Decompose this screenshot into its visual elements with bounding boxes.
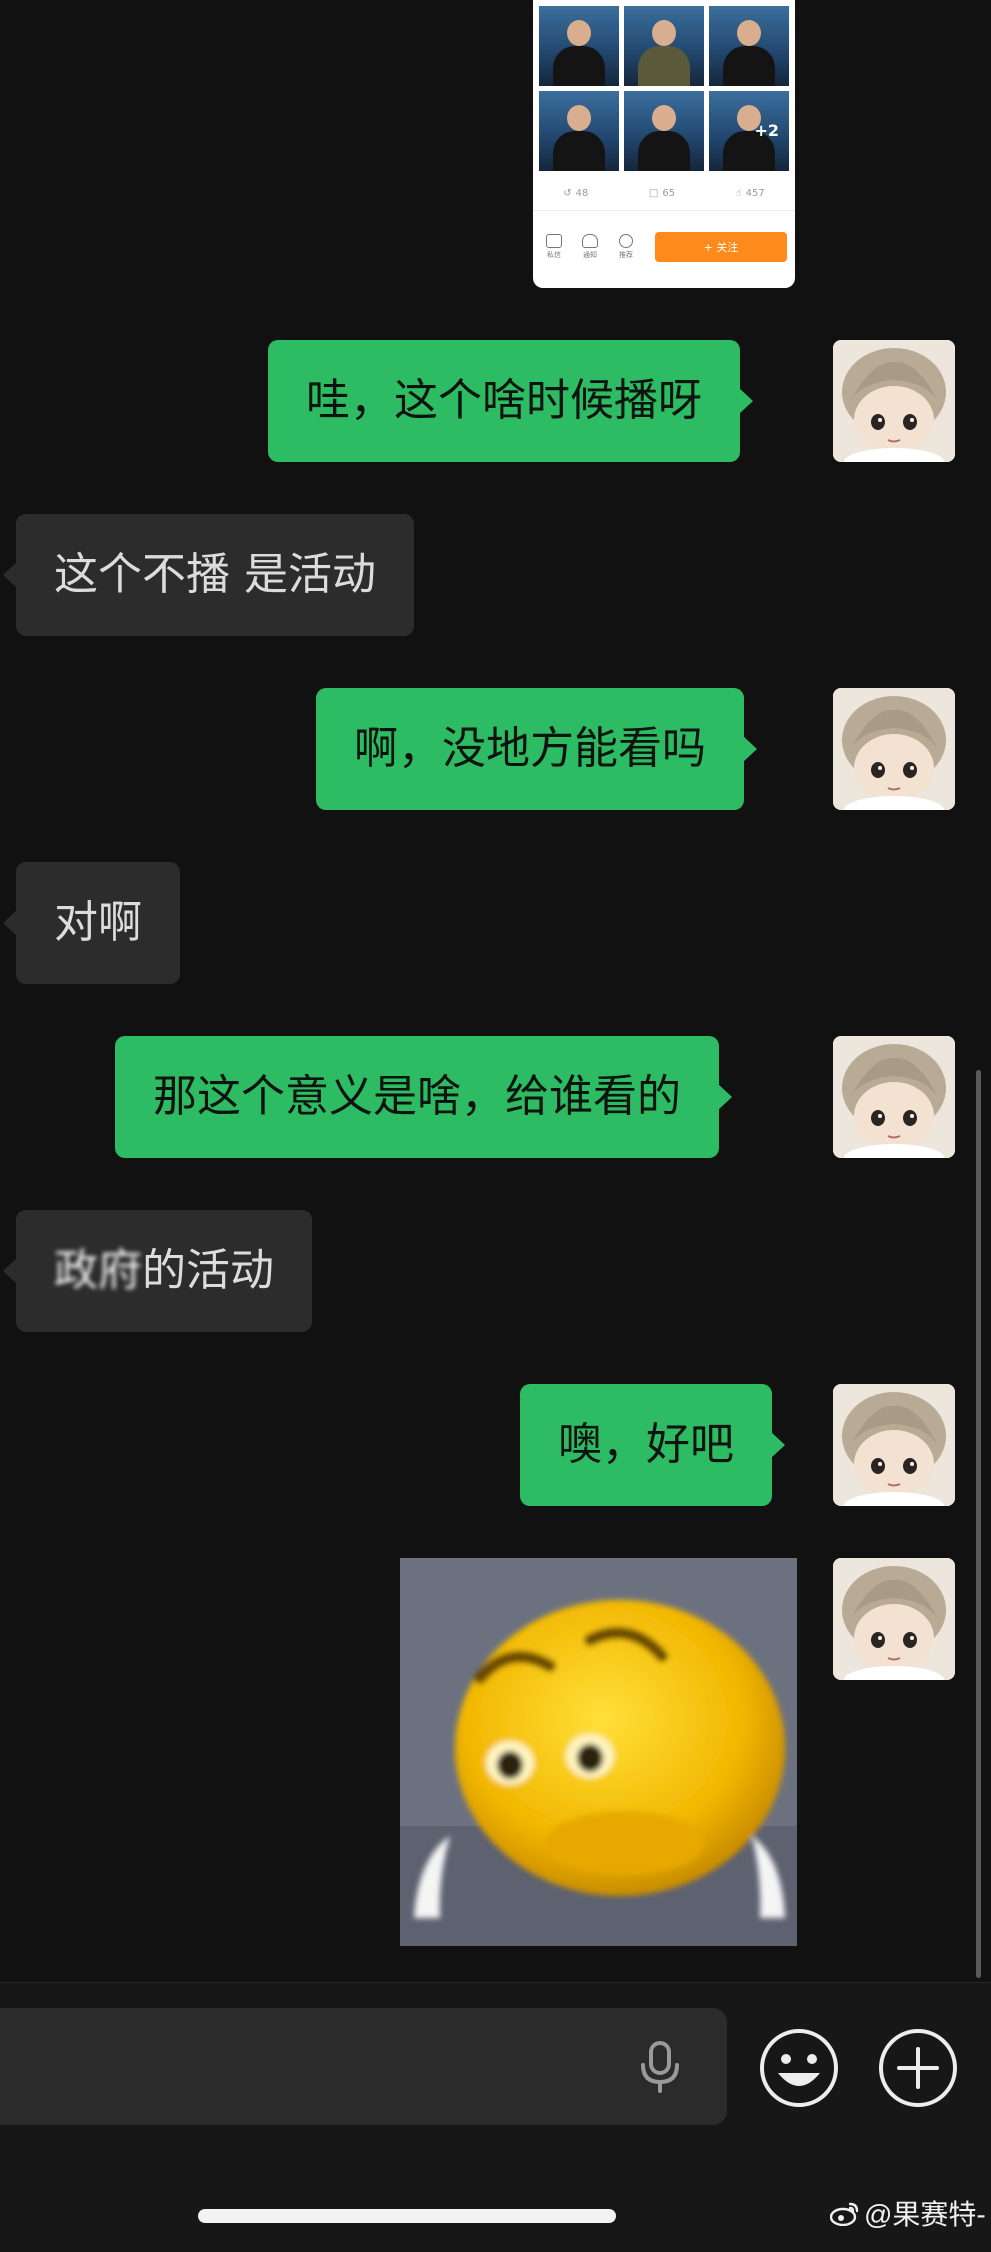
my-avatar[interactable] bbox=[833, 1384, 955, 1506]
sent-message[interactable]: 那这个意义是啥，给谁看的 bbox=[115, 1036, 732, 1158]
sent-message[interactable]: 噢，好吧 bbox=[520, 1384, 785, 1506]
smiley-face-icon[interactable] bbox=[758, 2027, 840, 2109]
weibo-logo-icon bbox=[830, 2202, 859, 2226]
my-avatar[interactable] bbox=[833, 1558, 955, 1680]
shared-post-card[interactable]: +2 ↺ 48 □ 65 ☝ 457 私信 通知 推荐 + 关注 bbox=[533, 0, 795, 288]
message-input[interactable] bbox=[0, 2008, 727, 2125]
received-message[interactable]: 政府的活动 bbox=[3, 1210, 312, 1332]
photo-grid: +2 bbox=[539, 6, 789, 171]
divider bbox=[533, 210, 795, 211]
microphone-icon[interactable] bbox=[636, 2041, 684, 2093]
received-message[interactable]: 这个不播 是活动 bbox=[3, 514, 414, 636]
photo-tile[interactable]: +2 bbox=[709, 91, 789, 171]
follow-button[interactable]: + 关注 bbox=[655, 232, 787, 262]
post-toolbar: 私信 通知 推荐 + 关注 bbox=[533, 226, 795, 268]
doll-face-icon bbox=[833, 1558, 955, 1680]
plus-circle-icon[interactable] bbox=[877, 2027, 959, 2109]
my-avatar[interactable] bbox=[833, 688, 955, 810]
sent-message[interactable]: 啊，没地方能看吗 bbox=[316, 688, 757, 810]
photo-tile[interactable] bbox=[624, 6, 704, 86]
notify-tool[interactable]: 通知 bbox=[577, 234, 603, 260]
sticker-message[interactable] bbox=[400, 1558, 797, 1946]
doll-face-icon bbox=[833, 688, 955, 810]
my-avatar[interactable] bbox=[833, 340, 955, 462]
censored-text: 政府 bbox=[54, 1245, 142, 1296]
recommend-tool[interactable]: 推荐 bbox=[613, 234, 639, 260]
worried-emoji-sticker-icon bbox=[400, 1558, 797, 1946]
compass-icon bbox=[619, 234, 633, 248]
photo-tile[interactable] bbox=[624, 91, 704, 171]
received-message[interactable]: 对啊 bbox=[3, 862, 180, 984]
weibo-watermark: @果赛特- bbox=[830, 2193, 986, 2233]
like-count[interactable]: ☝ 457 bbox=[736, 188, 765, 199]
photo-tile[interactable] bbox=[539, 6, 619, 86]
message-tool[interactable]: 私信 bbox=[541, 234, 567, 260]
home-indicator[interactable] bbox=[198, 2209, 616, 2223]
comment-count[interactable]: □ 65 bbox=[649, 188, 675, 199]
input-bar: @果赛特- bbox=[0, 1982, 991, 2252]
my-avatar[interactable] bbox=[833, 1036, 955, 1158]
chat-scrollbar[interactable] bbox=[976, 1070, 981, 1978]
sent-message[interactable]: 哇，这个啥时候播呀 bbox=[268, 340, 753, 462]
repost-count[interactable]: ↺ 48 bbox=[563, 188, 588, 199]
chat-icon bbox=[546, 234, 562, 248]
photo-tile[interactable] bbox=[709, 6, 789, 86]
doll-face-icon bbox=[833, 340, 955, 462]
repost-icon: ↺ bbox=[563, 188, 572, 199]
thumbs-up-icon: ☝ bbox=[735, 188, 742, 199]
post-stats: ↺ 48 □ 65 ☝ 457 bbox=[533, 188, 795, 199]
photo-tile[interactable] bbox=[539, 91, 619, 171]
bell-icon bbox=[582, 234, 598, 248]
comment-icon: □ bbox=[648, 188, 659, 199]
doll-face-icon bbox=[833, 1036, 955, 1158]
more-photos-badge: +2 bbox=[754, 121, 779, 140]
doll-face-icon bbox=[833, 1384, 955, 1506]
